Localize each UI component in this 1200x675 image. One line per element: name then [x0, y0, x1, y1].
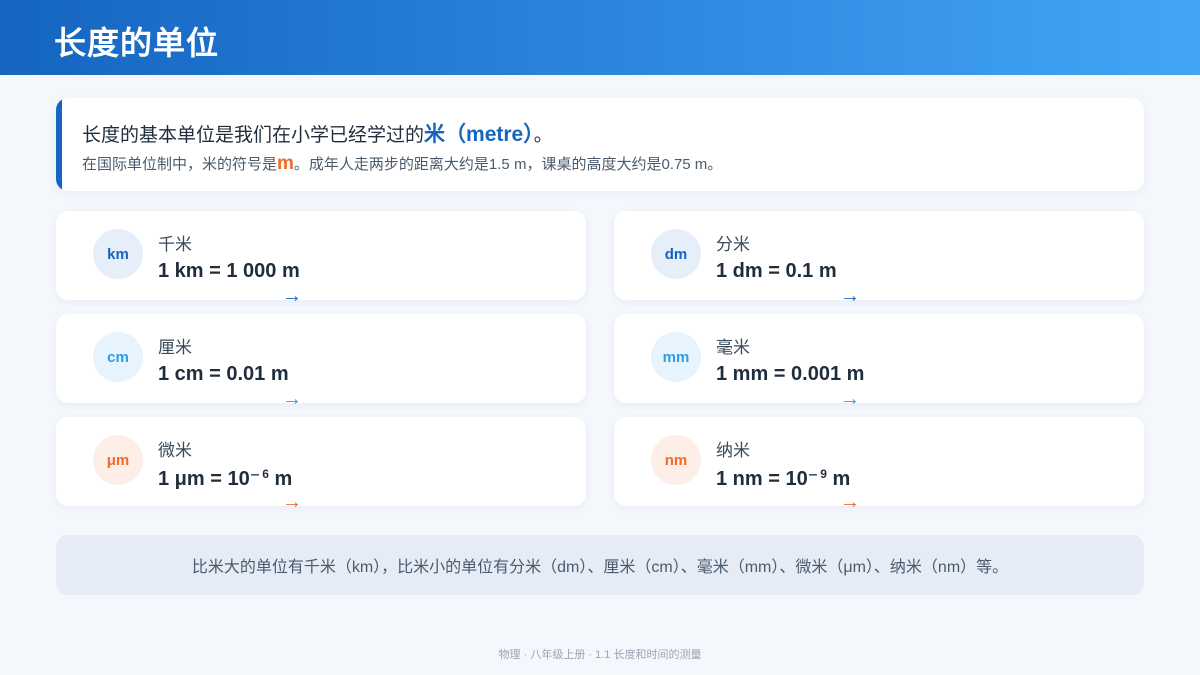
unit-equation-text: 1 dm = 0.1 m — [716, 260, 837, 282]
unit-equation: 1 nm = 10⁻ 9 m — [716, 466, 850, 491]
summary-panel: 比米大的单位有千米（km），比米小的单位有分米（dm）、厘米（cm）、毫米（mm… — [56, 535, 1144, 595]
unit-name: 微米 — [158, 441, 192, 460]
unit-equation-text: 1 km = 1 000 m — [158, 260, 300, 282]
unit-card-mm: mm 毫米 1 mm = 0.001 m → — [614, 314, 1144, 410]
unit-equation: 1 cm = 0.01 m — [158, 363, 289, 386]
intro-line1-prefix: 长度的基本单位是我们在小学已经学过的 — [82, 125, 425, 146]
unit-symbol-badge: km — [93, 229, 143, 279]
unit-equation: 1 mm = 0.001 m — [716, 363, 864, 386]
arrow-right-icon: → — [282, 285, 302, 307]
unit-equation-text: 1 cm = 0.01 m — [158, 363, 289, 385]
unit-symbol-badge: μm — [93, 435, 143, 485]
unit-symbol-badge: dm — [651, 229, 701, 279]
intro-line2-prefix: 在国际单位制中，米的符号是 — [82, 156, 278, 173]
unit-name: 厘米 — [158, 338, 192, 357]
arrow-right-icon: → — [840, 285, 860, 307]
intro-line1-suffix: 。 — [533, 125, 553, 146]
intro-accent-bar — [56, 98, 62, 191]
unit-name: 千米 — [158, 235, 192, 254]
metre-highlight: 米（metre） — [424, 123, 534, 146]
page-title: 长度的单位 — [54, 25, 220, 61]
unit-card-km: km 千米 1 km = 1 000 m → — [56, 211, 586, 307]
unit-symbol-badge: mm — [651, 332, 701, 382]
arrow-right-icon: → — [840, 388, 860, 410]
unit-equation: 1 dm = 0.1 m — [716, 260, 837, 283]
unit-equation-text: 1 nm = 10⁻ — [716, 468, 819, 490]
unit-symbol-badge: nm — [651, 435, 701, 485]
arrow-right-icon: → — [282, 491, 302, 513]
unit-card-cm: cm 厘米 1 cm = 0.01 m → — [56, 314, 586, 410]
summary-text: 比米大的单位有千米（km），比米小的单位有分米（dm）、厘米（cm）、毫米（mm… — [191, 559, 1009, 576]
footer-caption: 物理 · 八年级上册 · 1.1 长度和时间的测量 — [498, 649, 702, 661]
unit-card-dm: dm 分米 1 dm = 0.1 m → — [614, 211, 1144, 307]
unit-name: 分米 — [716, 235, 750, 254]
arrow-right-icon: → — [282, 388, 302, 410]
unit-exponent: 6 — [262, 467, 269, 481]
unit-card-nm: nm 纳米 1 nm = 10⁻ 9 m → — [614, 417, 1144, 513]
metre-symbol-highlight: m — [277, 153, 294, 174]
intro-panel: 长度的基本单位是我们在小学已经学过的米（metre）。 在国际单位制中，米的符号… — [56, 98, 1144, 191]
intro-line2-suffix: 。成年人走两步的距离大约是1.5 m，课桌的高度大约是0.75 m。 — [293, 156, 723, 173]
unit-equation-tail: m — [826, 468, 851, 490]
unit-equation: 1 km = 1 000 m — [158, 260, 300, 283]
unit-symbol-badge: cm — [93, 332, 143, 382]
unit-name: 纳米 — [716, 441, 750, 460]
arrow-right-icon: → — [840, 491, 860, 513]
unit-equation: 1 μm = 10⁻ 6 m — [158, 466, 292, 491]
unit-equation-text: 1 mm = 0.001 m — [716, 363, 865, 385]
unit-equation-text: 1 μm = 10⁻ — [158, 468, 261, 490]
unit-exponent: 9 — [820, 467, 827, 481]
intro-text-line1: 长度的基本单位是我们在小学已经学过的米（metre）。 — [82, 118, 553, 148]
unit-card-um: μm 微米 1 μm = 10⁻ 6 m → — [56, 417, 586, 513]
unit-name: 毫米 — [716, 338, 750, 357]
unit-equation-tail: m — [268, 468, 293, 490]
header-banner: 长度的单位 — [0, 0, 1200, 75]
intro-text-line2: 在国际单位制中，米的符号是m。成年人走两步的距离大约是1.5 m，课桌的高度大约… — [82, 153, 722, 175]
